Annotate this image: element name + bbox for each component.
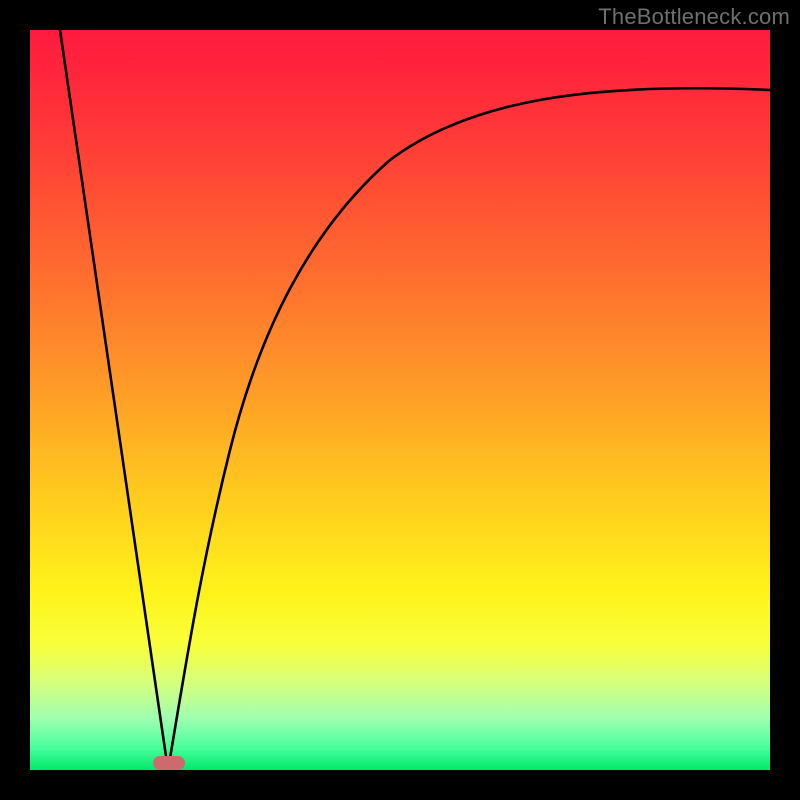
chart-svg [30, 30, 770, 770]
bottleneck-marker [153, 756, 185, 770]
watermark-text: TheBottleneck.com [598, 4, 790, 30]
chart-area [30, 30, 770, 770]
left-line [60, 30, 168, 770]
right-curve [168, 88, 770, 770]
